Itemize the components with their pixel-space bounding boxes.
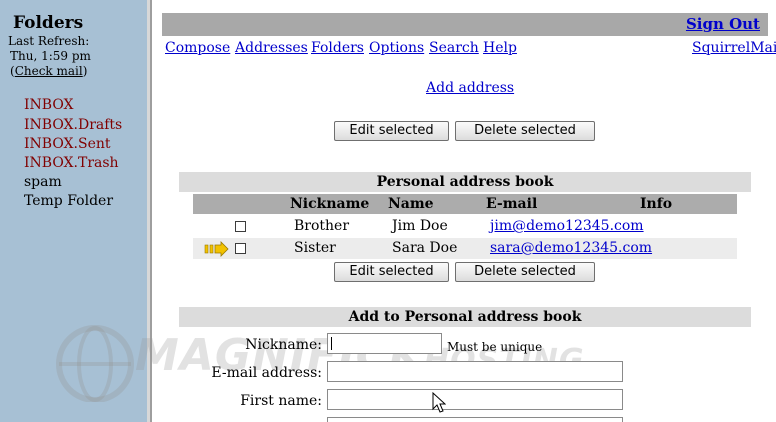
edit-selected-button-bottom[interactable]: Edit selected [334,262,449,282]
edit-selected-button[interactable]: Edit selected [334,121,449,141]
nav-help[interactable]: Help [483,40,517,56]
folder-inbox-drafts[interactable]: INBOX.Drafts [24,117,122,133]
column-nickname: Nickname [290,196,370,212]
folder-spam[interactable]: spam [24,174,62,190]
sidebar-title: Folders [13,13,84,33]
nav-search[interactable]: Search [429,40,479,56]
lastname-input[interactable] [327,417,623,422]
address-table-header: Nickname Name E-mail Info [193,194,737,214]
text-cursor [331,337,332,350]
refresh-time: Thu, 1:59 pm [10,49,91,63]
nav-folders[interactable]: Folders [311,40,364,56]
firstname-label: First name: [240,393,322,409]
row-name: Jim Doe [392,218,448,234]
email-input[interactable] [327,361,623,382]
row-name: Sara Doe [392,240,458,256]
firstname-input[interactable] [327,389,623,410]
check-mail-link[interactable]: Check mail [15,64,83,78]
row-nickname: Sister [294,240,336,256]
column-email: E-mail [486,196,538,212]
sign-out-link[interactable]: Sign Out [686,15,760,33]
delete-selected-button[interactable]: Delete selected [455,121,595,141]
nav-compose[interactable]: Compose [165,40,230,56]
mouse-cursor-icon [432,392,446,413]
row-select-checkbox[interactable] [235,221,246,232]
brand-link[interactable]: SquirrelMail [692,40,776,56]
add-address-link[interactable]: Add address [426,80,514,96]
check-mail-wrapper: (Check mail) [10,64,87,78]
delete-selected-button-bottom[interactable]: Delete selected [455,262,595,282]
nav-options[interactable]: Options [369,40,424,56]
add-form-title: Add to Personal address book [179,307,751,327]
row-email-link[interactable]: jim@demo12345.com [490,218,644,234]
last-refresh-label: Last Refresh: [8,34,90,48]
table-row: Sister Sara Doe sara@demo12345.com [193,238,737,259]
table-row: Brother Jim Doe jim@demo12345.com [193,216,737,237]
nickname-input[interactable] [327,333,442,354]
email-label: E-mail address: [211,365,322,381]
column-info: Info [640,196,673,212]
paren-close: ) [82,64,88,78]
folder-inbox-trash[interactable]: INBOX.Trash [24,155,119,171]
column-name: Name [388,196,434,212]
folder-inbox[interactable]: INBOX [24,97,74,113]
row-select-checkbox[interactable] [235,243,246,254]
arrow-pointer-icon [204,241,229,257]
header-bar: Sign Out [162,13,768,36]
nickname-label: Nickname: [245,337,322,353]
row-email-link[interactable]: sara@demo12345.com [490,240,652,256]
address-book-title: Personal address book [179,172,751,192]
folder-inbox-sent[interactable]: INBOX.Sent [24,136,111,152]
globe-icon [56,325,134,402]
row-nickname: Brother [294,218,350,234]
nickname-hint: Must be unique [447,340,543,354]
folder-temp[interactable]: Temp Folder [24,193,113,209]
nav-addresses[interactable]: Addresses [235,40,308,56]
